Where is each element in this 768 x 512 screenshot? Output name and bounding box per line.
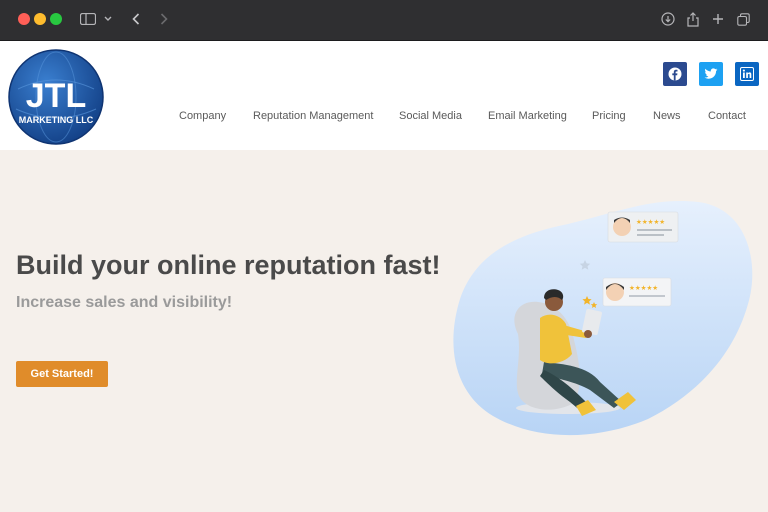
facebook-icon — [668, 67, 682, 81]
nav-company[interactable]: Company — [179, 110, 226, 122]
nav-reputation-management[interactable]: Reputation Management — [253, 110, 373, 122]
facebook-link[interactable] — [663, 62, 687, 86]
close-window-button[interactable] — [18, 13, 30, 25]
logo-main-text: JTL — [26, 77, 86, 115]
minimize-window-button[interactable] — [34, 13, 46, 25]
nav-news[interactable]: News — [653, 110, 681, 122]
logo-sub-text: MARKETING LLC — [19, 115, 94, 125]
hero-title: Build your online reputation fast! — [16, 250, 441, 280]
browser-toolbar — [0, 0, 768, 41]
share-icon[interactable] — [685, 10, 701, 28]
review-card-1: ★★★★★ — [607, 211, 679, 243]
tabs-overview-icon[interactable] — [735, 10, 751, 28]
nav-pricing[interactable]: Pricing — [592, 110, 626, 122]
nav-email-marketing[interactable]: Email Marketing — [488, 110, 567, 122]
download-icon[interactable] — [660, 10, 676, 28]
twitter-link[interactable] — [699, 62, 723, 86]
linkedin-link[interactable] — [735, 62, 759, 86]
hero-subtitle: Increase sales and visibility! — [16, 294, 233, 311]
new-tab-icon[interactable] — [710, 10, 726, 28]
hero-section: Build your online reputation fast! Incre… — [0, 150, 768, 512]
star-rating-2: ★★★★★ — [629, 284, 658, 292]
hero-illustration: ★★★★★ ★★★★★ — [453, 201, 753, 436]
twitter-icon — [704, 68, 718, 79]
site-header: JTL MARKETING LLC Company Reputation Man… — [0, 41, 768, 150]
star-rating-1: ★★★★★ — [636, 218, 665, 226]
get-started-button[interactable]: Get Started! — [16, 361, 108, 387]
nav-social-media[interactable]: Social Media — [399, 110, 462, 122]
review-card-2: ★★★★★ — [602, 277, 672, 307]
linkedin-icon — [740, 67, 754, 81]
forward-icon[interactable] — [158, 10, 170, 28]
nav-contact[interactable]: Contact — [708, 110, 746, 122]
back-icon[interactable] — [130, 10, 142, 28]
chevron-down-icon[interactable] — [103, 10, 113, 28]
jtl-logo[interactable]: JTL MARKETING LLC — [8, 49, 104, 145]
zoom-window-button[interactable] — [50, 13, 62, 25]
sidebar-icon[interactable] — [79, 10, 97, 28]
background-blob — [453, 201, 753, 436]
